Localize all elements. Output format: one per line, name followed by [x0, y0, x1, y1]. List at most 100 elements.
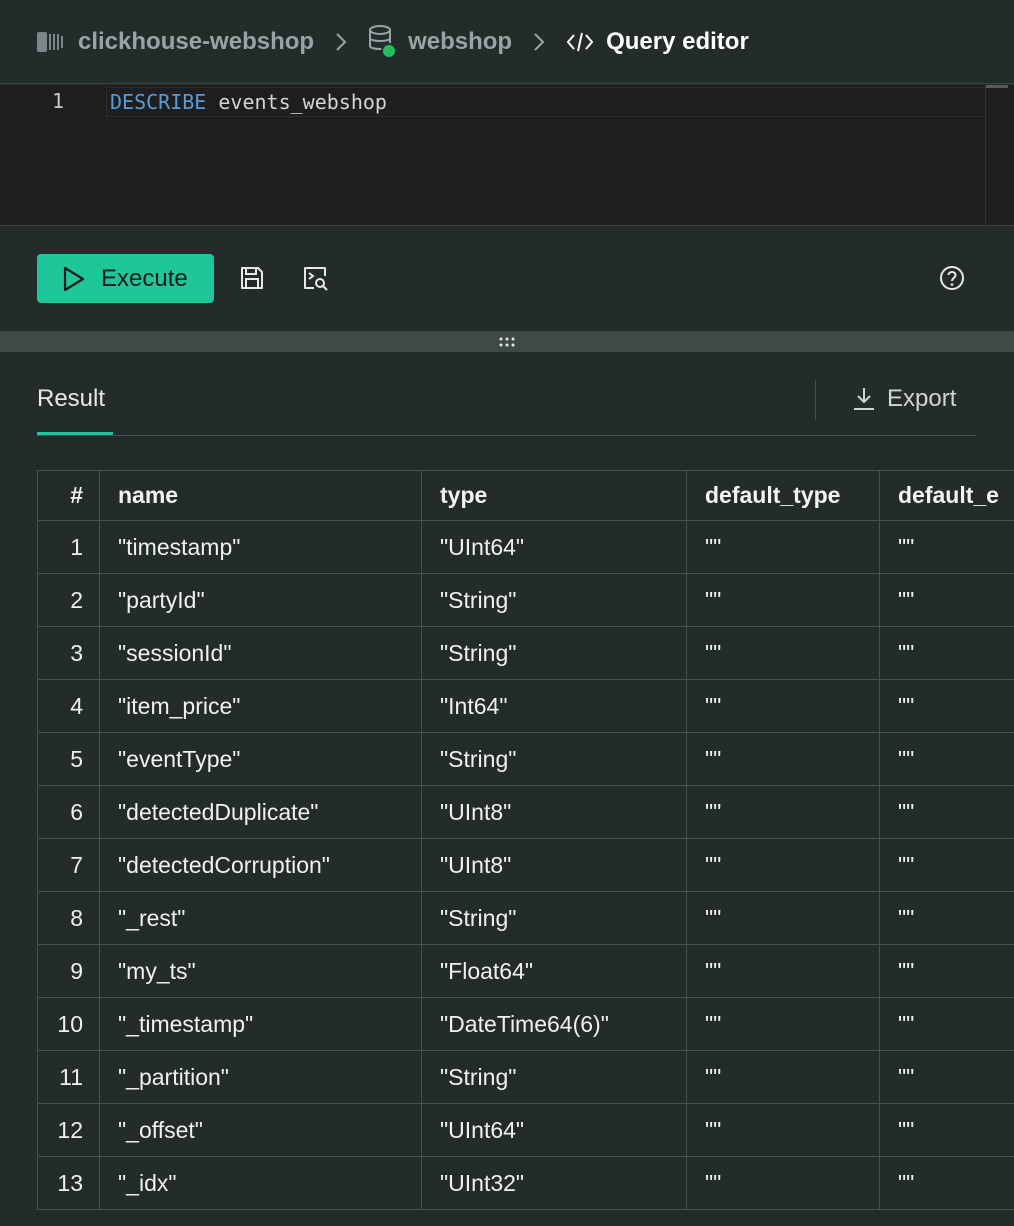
export-label: Export [887, 385, 957, 412]
database-icon [368, 24, 397, 60]
row-index-cell: 6 [37, 785, 100, 839]
download-icon [854, 388, 874, 410]
chevron-right-icon [532, 31, 546, 53]
help-circle-icon[interactable] [938, 264, 966, 292]
default-type-cell: "" [686, 520, 880, 574]
column-header-type[interactable]: type [421, 470, 687, 521]
export-button[interactable]: Export [851, 385, 956, 413]
table-row[interactable]: 11 "_partition" "String" "" "" [37, 1050, 1014, 1104]
column-name-cell: "eventType" [99, 732, 422, 786]
tab-result[interactable]: Result [37, 385, 105, 413]
save-icon[interactable] [238, 264, 266, 292]
column-header-name[interactable]: name [99, 470, 422, 521]
default-expression-cell: "" [879, 785, 1014, 839]
editor-scrollbar[interactable] [985, 85, 1010, 225]
column-type-cell: "DateTime64(6)" [421, 997, 687, 1051]
default-expression-cell: "" [879, 732, 1014, 786]
table-row[interactable]: 10 "_timestamp" "DateTime64(6)" "" "" [37, 997, 1014, 1051]
default-type-cell: "" [686, 785, 880, 839]
column-type-cell: "Int64" [421, 679, 687, 733]
column-type-cell: "UInt8" [421, 838, 687, 892]
code-icon [566, 30, 594, 54]
results-table: # name type default_type default_e 1 "tim… [37, 470, 1014, 1226]
default-type-cell: "" [686, 1050, 880, 1104]
panel-splitter[interactable] [0, 331, 1014, 352]
table-row[interactable]: 13 "_idx" "UInt32" "" "" [37, 1156, 1014, 1210]
table-row[interactable]: 8 "_rest" "String" "" "" [37, 891, 1014, 945]
terminal-search-icon[interactable] [301, 264, 329, 292]
sql-keyword: DESCRIBE [110, 90, 207, 114]
column-name-cell: "detectedDuplicate" [99, 785, 422, 839]
column-name-cell: "_idx" [99, 1156, 422, 1210]
results-tabs: Result Export [37, 352, 976, 436]
default-expression-cell: "" [879, 1050, 1014, 1104]
column-header-index[interactable]: # [37, 470, 100, 521]
default-type-cell: "" [686, 626, 880, 680]
row-index-cell: 7 [37, 838, 100, 892]
sql-editor[interactable]: 1 DESCRIBE events_webshop [0, 85, 1014, 226]
execute-label: Execute [101, 264, 188, 292]
editor-scroll-thumb[interactable] [986, 85, 1008, 88]
server-icon [36, 30, 66, 54]
row-index-cell: 4 [37, 679, 100, 733]
line-gutter: 1 [0, 85, 100, 225]
default-expression-cell: "" [879, 679, 1014, 733]
row-index-cell: 1 [37, 520, 100, 574]
row-index-cell: 9 [37, 944, 100, 998]
column-type-cell: "UInt64" [421, 1103, 687, 1157]
default-type-cell: "" [686, 1156, 880, 1210]
column-name-cell: "_timestamp" [99, 997, 422, 1051]
default-expression-cell: "" [879, 891, 1014, 945]
breadcrumb: clickhouse-webshop webshop Query editor [0, 0, 1014, 84]
breadcrumb-service-label: clickhouse-webshop [78, 27, 315, 55]
default-expression-cell: "" [879, 1156, 1014, 1210]
default-type-cell: "" [686, 732, 880, 786]
table-row[interactable]: 5 "eventType" "String" "" "" [37, 732, 1014, 786]
column-name-cell: "_partition" [99, 1050, 422, 1104]
row-index-cell: 13 [37, 1156, 100, 1210]
table-row[interactable]: 3 "sessionId" "String" "" "" [37, 626, 1014, 680]
column-type-cell: "UInt8" [421, 785, 687, 839]
default-type-cell: "" [686, 679, 880, 733]
table-row[interactable]: 9 "my_ts" "Float64" "" "" [37, 944, 1014, 998]
default-expression-cell: "" [879, 626, 1014, 680]
default-expression-cell: "" [879, 1103, 1014, 1157]
column-name-cell: "timestamp" [99, 520, 422, 574]
table-header-row: # name type default_type default_e [37, 470, 1014, 521]
column-type-cell: "String" [421, 732, 687, 786]
breadcrumb-database-label: webshop [408, 27, 513, 55]
column-name-cell: "my_ts" [99, 944, 422, 998]
table-row[interactable]: 7 "detectedCorruption" "UInt8" "" "" [37, 838, 1014, 892]
column-type-cell: "String" [421, 1050, 687, 1104]
column-name-cell: "sessionId" [99, 626, 422, 680]
table-row[interactable]: 12 "_offset" "UInt64" "" "" [37, 1103, 1014, 1157]
breadcrumb-service[interactable]: clickhouse-webshop [36, 28, 314, 56]
table-row[interactable]: 1 "timestamp" "UInt64" "" "" [37, 520, 1014, 574]
column-name-cell: "item_price" [99, 679, 422, 733]
row-index-cell: 8 [37, 891, 100, 945]
page-title: Query editor [606, 27, 749, 55]
divider [815, 380, 816, 420]
table-row[interactable]: 2 "partyId" "String" "" "" [37, 573, 1014, 627]
row-index-cell: 3 [37, 626, 100, 680]
column-name-cell: "detectedCorruption" [99, 838, 422, 892]
line-number: 1 [52, 89, 65, 113]
execute-button[interactable]: Execute [37, 254, 214, 303]
query-toolbar: Execute [0, 227, 1014, 331]
default-expression-cell: "" [879, 573, 1014, 627]
column-name-cell: "_rest" [99, 891, 422, 945]
tab-active-indicator [37, 432, 113, 435]
breadcrumb-database[interactable]: webshop [368, 24, 512, 60]
table-row[interactable]: 4 "item_price" "Int64" "" "" [37, 679, 1014, 733]
table-row[interactable]: 6 "detectedDuplicate" "UInt8" "" "" [37, 785, 1014, 839]
column-header-default-expression[interactable]: default_e [879, 470, 1014, 521]
breadcrumb-page: Query editor [566, 28, 749, 56]
default-type-cell: "" [686, 838, 880, 892]
default-type-cell: "" [686, 997, 880, 1051]
default-expression-cell: "" [879, 944, 1014, 998]
code-line[interactable]: DESCRIBE events_webshop [106, 87, 986, 117]
column-header-default-type[interactable]: default_type [686, 470, 880, 521]
default-expression-cell: "" [879, 838, 1014, 892]
drag-handle-icon [499, 337, 515, 346]
default-type-cell: "" [686, 944, 880, 998]
